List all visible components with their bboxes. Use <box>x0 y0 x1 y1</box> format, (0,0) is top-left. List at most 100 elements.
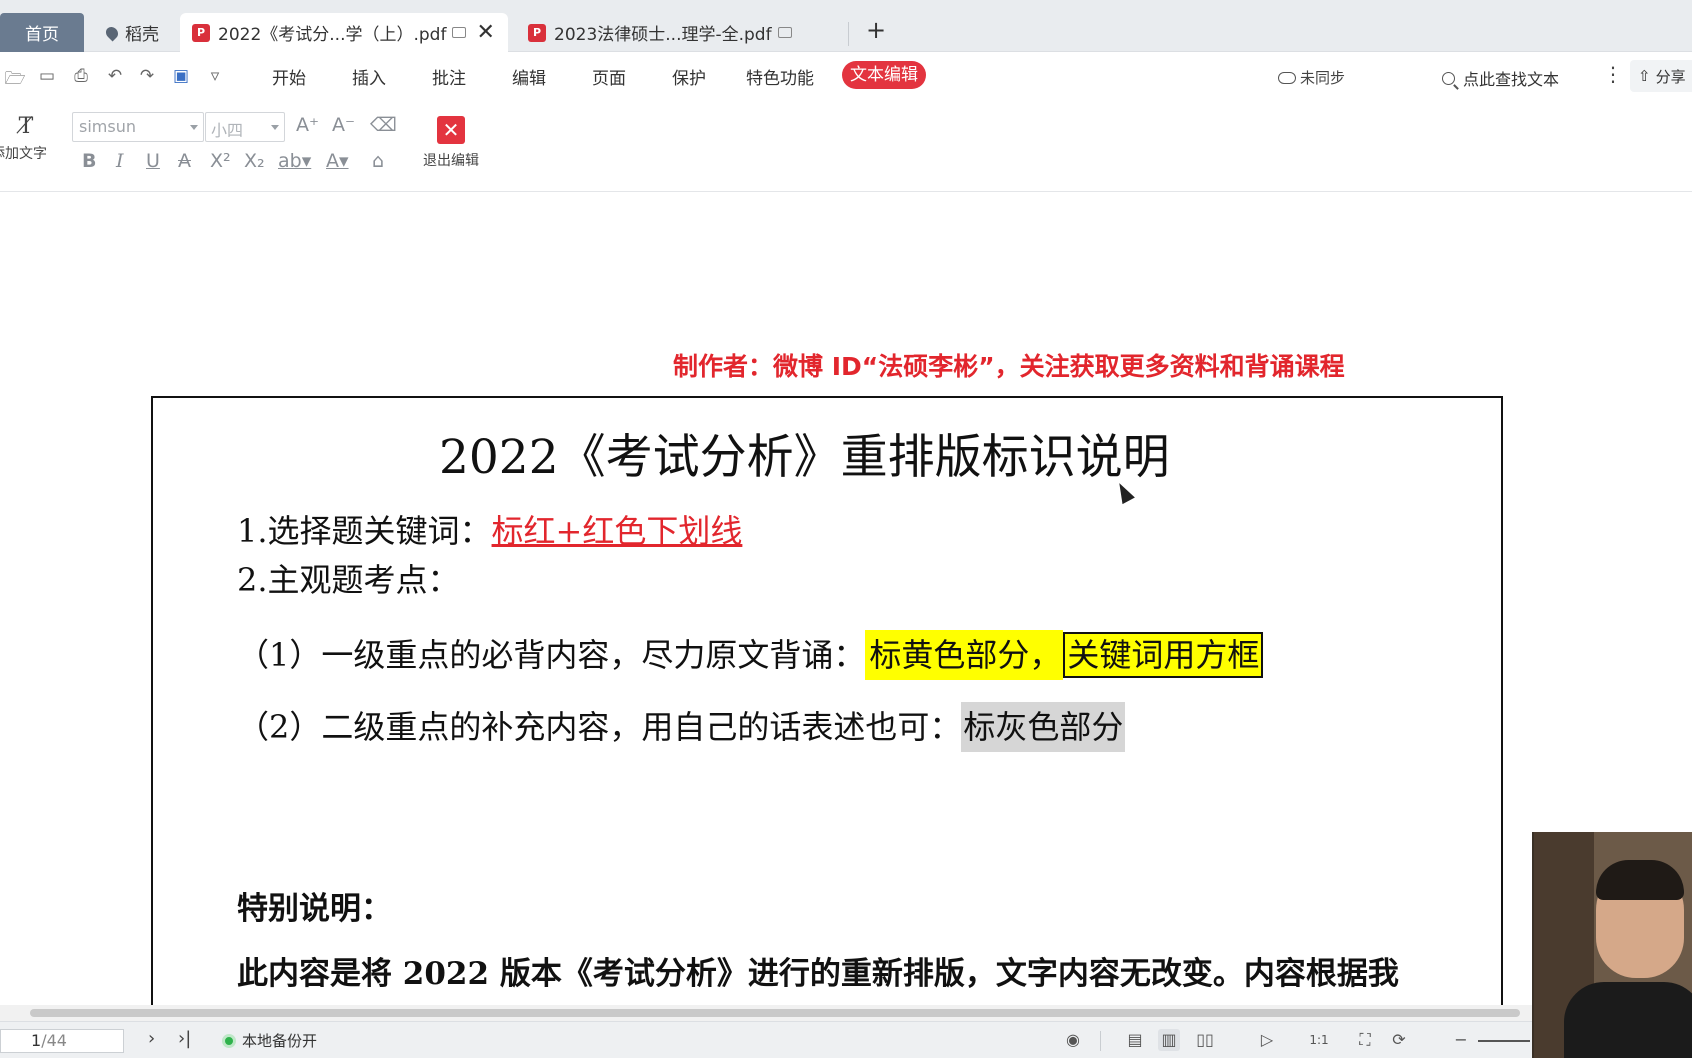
tab-active-document[interactable]: P 2022《考试分...学（上）.pdf ✕ <box>180 13 508 52</box>
menu-protect[interactable]: 保护 <box>672 64 706 89</box>
add-text-label: 添加文字 <box>0 146 47 162</box>
sub1-yellow-text: 标黄色部分， <box>865 630 1064 680</box>
menu-special-features[interactable]: 特色功能 <box>746 64 814 89</box>
subitem-level-one: （1）一级重点的必背内容，尽力原文背诵： 标黄色部分， 关键词用方框 <box>237 630 1264 680</box>
font-size-select[interactable]: 小四 <box>205 112 285 142</box>
page-current: 1 <box>31 1031 42 1050</box>
webcam-person-shirt <box>1564 982 1692 1058</box>
eye-protection-icon[interactable]: ◉ <box>1062 1029 1084 1051</box>
italic-icon[interactable]: I <box>116 150 124 172</box>
tab-bar: 首页 稻壳 P 2022《考试分...学（上）.pdf ✕ P 2023法律硕士… <box>0 0 1692 52</box>
subitem-level-two: （2）二级重点的补充内容，用自己的话表述也可：标灰色部分 <box>237 702 1126 752</box>
export-word-icon[interactable]: ▣ <box>170 66 192 86</box>
font-family-select[interactable]: simsun <box>72 112 204 142</box>
exit-edit-label: 退出编辑 <box>423 153 479 169</box>
menu-text-edit[interactable]: 文本编辑 <box>842 61 926 89</box>
sub1-prefix: （1）一级重点的必背内容，尽力原文背诵： <box>237 636 866 674</box>
find-text-button[interactable]: 点此查找文本 <box>1442 66 1559 90</box>
open-folder-icon[interactable]: 🗁 <box>4 66 26 89</box>
font-color-icon[interactable]: A▾ <box>326 150 349 172</box>
chevron-down-icon <box>190 125 198 130</box>
more-options-icon[interactable]: ⋮ <box>1603 62 1623 86</box>
play-icon[interactable]: ▷ <box>1256 1029 1278 1051</box>
special-note-text: 此内容是将 2022 版本《考试分析》进行的重新排版，文字内容无改变。内容根据我 <box>237 956 1399 992</box>
tab-daoke[interactable]: 稻壳 <box>92 13 172 52</box>
sub2-prefix: （2）二级重点的补充内容，用自己的话表述也可： <box>237 708 962 746</box>
tab-home-label: 首页 <box>25 25 59 45</box>
local-backup-status[interactable]: 本地备份开 <box>222 1030 317 1051</box>
single-page-view-icon[interactable]: ▤ <box>1124 1029 1146 1051</box>
pdf-file-icon: P <box>192 23 210 42</box>
zoom-out-icon[interactable]: − <box>1450 1029 1472 1051</box>
new-tab-button[interactable]: + <box>866 16 886 44</box>
font-size-value: 小四 <box>211 121 244 140</box>
continuous-view-icon[interactable]: ▥ <box>1158 1029 1180 1051</box>
chevron-down-icon <box>271 125 279 130</box>
backup-label: 本地备份开 <box>242 1032 318 1050</box>
superscript-icon[interactable]: X² <box>210 150 231 172</box>
add-text-icon: T̸ <box>18 114 34 139</box>
sync-status[interactable]: 未同步 <box>1278 67 1345 88</box>
author-credit: 制作者：微博 ID“法硕李彬”，关注获取更多资料和背诵课程 <box>673 352 1345 381</box>
item1-red-text: 标红+红色下划线 <box>491 512 743 550</box>
page-total: /44 <box>41 1031 67 1050</box>
next-page-icon[interactable]: › <box>148 1028 155 1049</box>
monitor-icon <box>452 27 467 38</box>
exit-edit-button[interactable]: ✕ 退出编辑 <box>418 116 484 170</box>
bold-icon[interactable]: B <box>82 150 96 172</box>
strikethrough-icon[interactable]: A <box>178 150 191 172</box>
tab-home[interactable]: 首页 <box>0 13 84 52</box>
quick-access-chevron-icon[interactable]: ▿ <box>204 66 226 86</box>
menu-row: 🗁 ▭ ⎙ ↶ ↷ ▣ ▿ 开始 插入 批注 编辑 页面 保护 特色功能 文本编… <box>0 52 1692 102</box>
search-icon <box>1442 71 1455 85</box>
scrollbar-thumb[interactable] <box>30 1009 1520 1017</box>
print-icon[interactable]: ⎙ <box>70 66 92 86</box>
menu-comment[interactable]: 批注 <box>432 64 466 89</box>
sync-label: 未同步 <box>1300 69 1346 87</box>
page-title: 2022《考试分析》重排版标识说明 <box>439 430 1170 485</box>
tab-divider <box>848 22 849 46</box>
cloud-icon <box>1278 71 1296 84</box>
monitor-icon <box>777 27 792 38</box>
text-edit-toolbar: T̸ 添加文字 simsun 小四 A⁺ A⁻ ⌫ B I U A X² X₂ … <box>0 102 1692 192</box>
close-icon: ✕ <box>437 116 465 144</box>
format-painter-icon[interactable]: ⌂ <box>372 150 384 172</box>
tab-second-document[interactable]: P 2023法律硕士...理学-全.pdf <box>516 13 816 52</box>
increase-font-icon[interactable]: A⁺ <box>296 114 319 136</box>
fit-page-icon[interactable]: ⛶ <box>1354 1029 1376 1051</box>
actual-size-icon[interactable]: 1:1 <box>1308 1029 1330 1051</box>
menu-page[interactable]: 页面 <box>592 64 626 89</box>
webcam-overlay <box>1532 832 1692 1058</box>
undo-icon[interactable]: ↶ <box>104 66 126 86</box>
menu-edit[interactable]: 编辑 <box>512 64 546 89</box>
daoke-logo-icon <box>103 24 121 41</box>
decrease-font-icon[interactable]: A⁻ <box>332 114 355 136</box>
share-button[interactable]: ⇧ 分享 <box>1630 60 1692 92</box>
document-canvas[interactable]: 制作者：微博 ID“法硕李彬”，关注获取更多资料和背诵课程 2022《考试分析》… <box>0 192 1692 1005</box>
status-divider <box>1100 1031 1101 1051</box>
webcam-person-hair <box>1596 860 1684 900</box>
horizontal-scrollbar[interactable] <box>0 1005 1532 1021</box>
sub1-boxed-text: 关键词用方框 <box>1063 632 1264 678</box>
subscript-icon[interactable]: X₂ <box>244 150 265 172</box>
share-label: 分享 <box>1655 67 1686 86</box>
highlight-color-icon[interactable]: ab▾ <box>278 150 311 172</box>
rotate-icon[interactable]: ⟳ <box>1388 1029 1410 1051</box>
tab-daoke-label: 稻壳 <box>125 25 159 45</box>
redo-icon[interactable]: ↷ <box>136 66 158 86</box>
sub2-gray-text: 标灰色部分 <box>961 702 1126 752</box>
save-icon[interactable]: ▭ <box>36 66 58 86</box>
menu-start[interactable]: 开始 <box>272 64 306 89</box>
close-tab-icon[interactable]: ✕ <box>476 21 494 44</box>
font-family-value: simsun <box>79 117 136 136</box>
page-frame: 2022《考试分析》重排版标识说明 1.选择题关键词：标红+红色下划线 2.主观… <box>151 396 1503 1005</box>
add-text-button[interactable]: T̸ 添加文字 <box>0 114 52 163</box>
last-page-icon[interactable]: ›| <box>178 1028 191 1049</box>
two-page-view-icon[interactable]: ▯▯ <box>1194 1029 1216 1051</box>
underline-icon[interactable]: U <box>146 150 160 172</box>
menu-insert[interactable]: 插入 <box>352 64 386 89</box>
eraser-icon[interactable]: ⌫ <box>370 114 397 136</box>
pdf-file-icon: P <box>528 23 546 42</box>
zoom-slider[interactable] <box>1478 1040 1530 1042</box>
page-number-input[interactable]: 1/44 <box>0 1029 124 1053</box>
